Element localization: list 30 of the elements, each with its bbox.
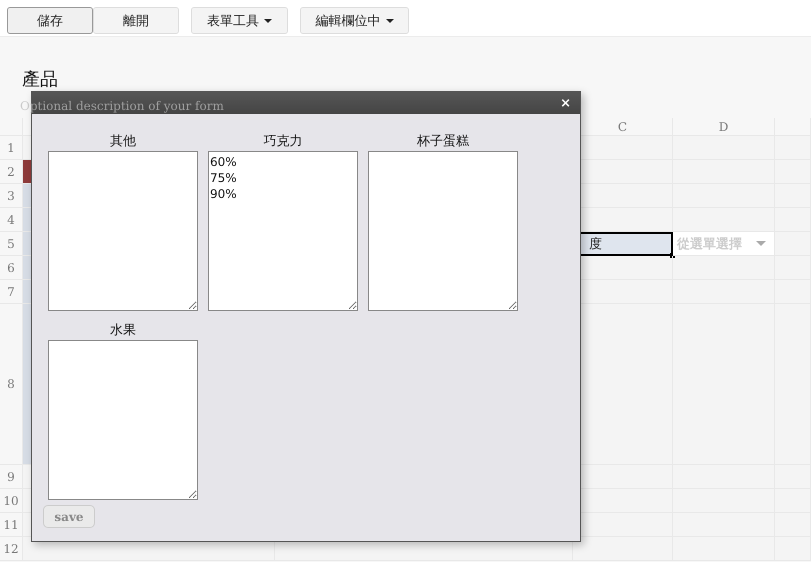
text-area[interactable] bbox=[368, 151, 518, 311]
field-label: 杯子蛋糕 bbox=[417, 133, 469, 151]
row-number: 11 bbox=[0, 513, 23, 537]
row-number: 1 bbox=[0, 136, 23, 160]
field-label: 其他 bbox=[110, 133, 136, 151]
close-button[interactable]: × bbox=[560, 96, 571, 110]
row-number: 7 bbox=[0, 280, 23, 304]
form-title: 產品 bbox=[22, 68, 59, 92]
row-number: 12 bbox=[0, 537, 23, 561]
column-header[interactable]: D bbox=[673, 118, 775, 136]
row-number: 5 bbox=[0, 232, 23, 256]
dropdown-button[interactable]: 編輯欄位中 bbox=[300, 7, 409, 34]
text-area[interactable]: 60% 75% 90% bbox=[208, 151, 358, 311]
field-label: 水果 bbox=[110, 322, 136, 340]
caret-icon bbox=[756, 241, 766, 246]
row-number: 8 bbox=[0, 304, 23, 465]
text-area[interactable] bbox=[48, 151, 198, 311]
dropdown-button[interactable]: 表單工具 bbox=[191, 7, 288, 34]
row-number: 2 bbox=[0, 160, 23, 184]
row-number: 6 bbox=[0, 256, 23, 280]
caret-icon bbox=[386, 18, 394, 22]
row-number: 3 bbox=[0, 184, 23, 208]
toolbar-button[interactable]: 離開 bbox=[93, 7, 179, 34]
caret-icon bbox=[264, 18, 272, 22]
row-number: 10 bbox=[0, 489, 23, 513]
toolbar-button[interactable]: 儲存 bbox=[7, 7, 93, 34]
row-number: 4 bbox=[0, 208, 23, 232]
text-area[interactable] bbox=[48, 340, 198, 500]
field-label: 巧克力 bbox=[264, 133, 302, 151]
row-number: 9 bbox=[0, 465, 23, 489]
